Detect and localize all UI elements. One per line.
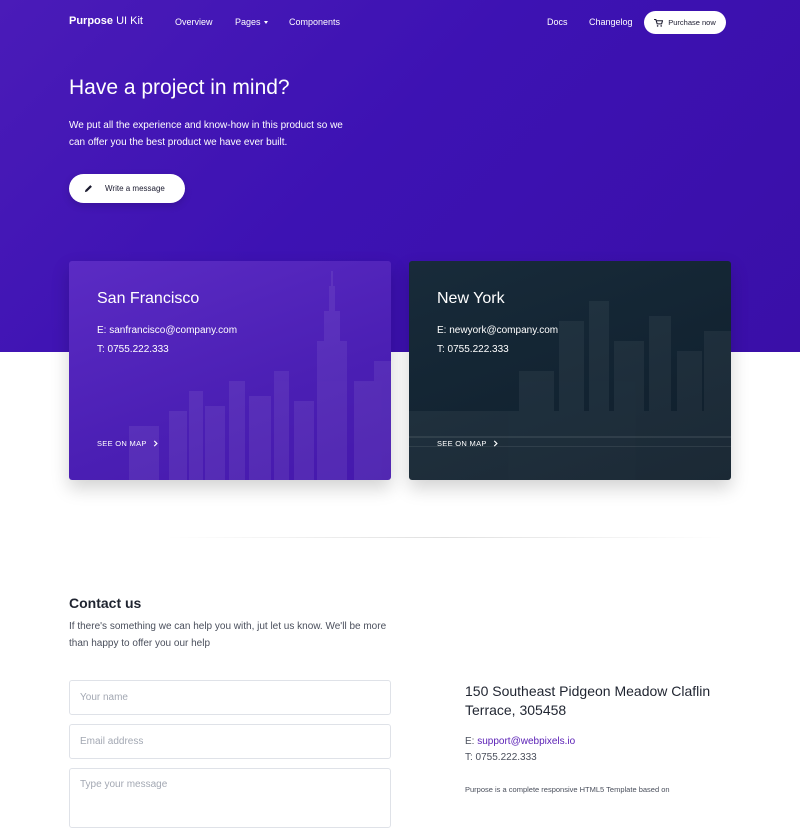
nav-link-docs[interactable]: Docs [547,17,568,27]
email-input[interactable] [69,724,391,759]
office-email: E: sanfrancisco@company.com [97,325,238,336]
nav-link-components[interactable]: Components [289,17,340,27]
office-card-san-francisco: San Francisco E: sanfrancisco@company.co… [69,261,391,480]
chevron-right-icon [153,440,158,447]
office-city: San Francisco [97,290,200,307]
hero-subtitle: We put all the experience and know-how i… [69,120,343,148]
office-address: 150 Southeast Pidgeon Meadow Claflin Ter… [465,683,711,718]
see-on-map-label: SEE ON MAP [437,439,487,448]
brand-logo[interactable]: Purpose UI Kit [69,15,143,27]
caret-down-icon [263,21,268,25]
support-email: E: support@webpixels.io [465,736,575,747]
message-textarea[interactable] [69,768,391,828]
purchase-label: Purchase now [668,18,716,27]
contact-title: Contact us [69,595,142,611]
write-message-label: Write a message [105,184,165,193]
purchase-button[interactable]: Purchase now [644,11,726,34]
chevron-right-icon [493,440,498,447]
name-input[interactable] [69,680,391,715]
contact-description: If there's something we can help you wit… [69,621,387,649]
support-email-link[interactable]: support@webpixels.io [477,736,575,747]
see-on-map-link[interactable]: SEE ON MAP [97,439,159,448]
office-card-new-york: New York E: newyork@company.com T: 0755.… [409,261,731,480]
cart-icon [654,18,664,27]
nav-link-pages[interactable]: Pages [235,17,268,27]
office-phone: T: 0755.222.333 [97,344,169,355]
address-note: Purpose is a complete responsive HTML5 T… [465,785,670,794]
nav-link-changelog[interactable]: Changelog [589,17,633,27]
see-on-map-link[interactable]: SEE ON MAP [437,439,499,448]
support-email-prefix: E: [465,736,478,747]
nav-link-overview[interactable]: Overview [175,17,213,27]
office-city: New York [437,290,505,307]
see-on-map-label: SEE ON MAP [97,439,147,448]
office-phone: T: 0755.222.333 [437,344,509,355]
write-message-button[interactable]: Write a message [69,174,185,203]
pencil-icon [84,185,92,193]
top-navbar: Purpose UI Kit Overview Pages Components… [0,0,800,44]
support-phone: T: 0755.222.333 [465,752,537,763]
hero-title: Have a project in mind? [69,76,290,99]
nav-link-pages-label: Pages [235,17,261,27]
office-email: E: newyork@company.com [437,325,559,336]
section-divider [165,537,725,538]
